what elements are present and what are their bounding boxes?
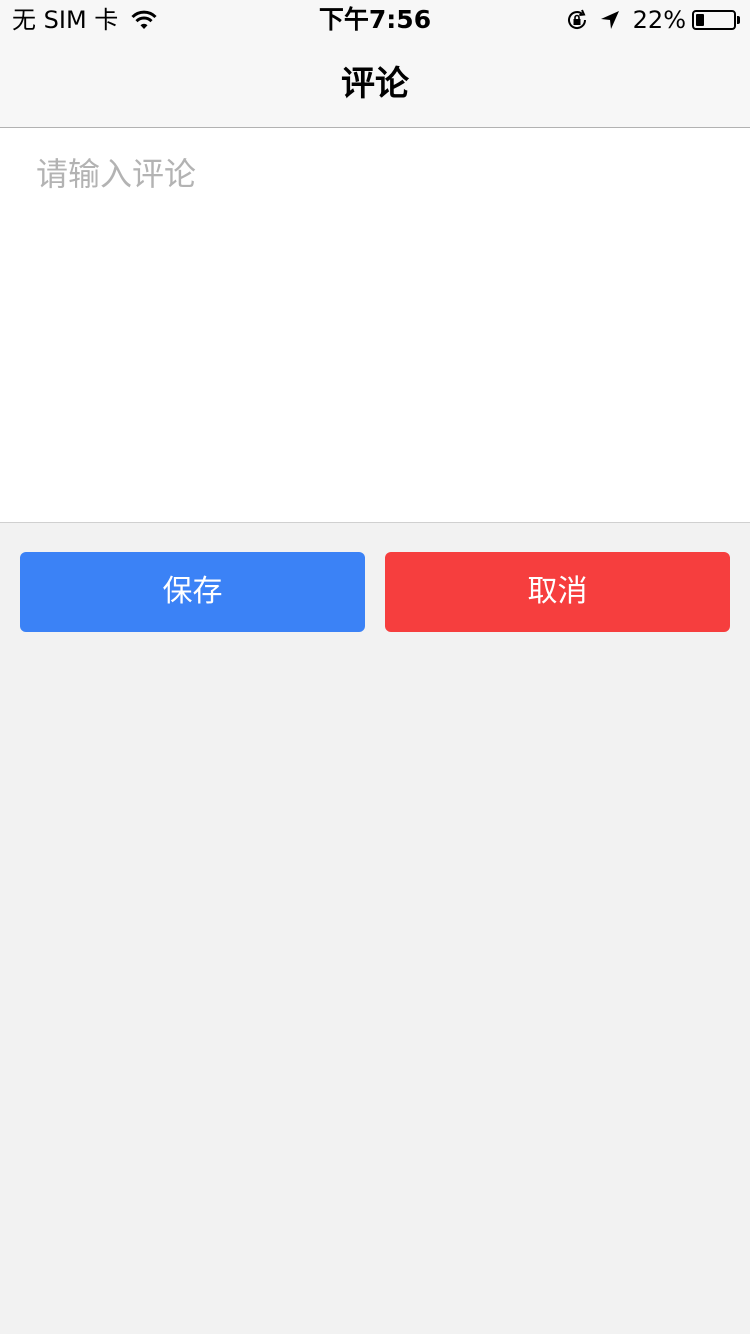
- page-title: 评论: [341, 64, 409, 104]
- save-button[interactable]: 保存: [20, 552, 365, 632]
- status-right: 22%: [565, 6, 740, 34]
- comment-area: [0, 128, 750, 523]
- cancel-button[interactable]: 取消: [385, 552, 730, 632]
- location-arrow-icon: [600, 11, 619, 29]
- nav-bar: 评论: [0, 40, 750, 128]
- status-bar: 无 SIM 卡 下午7:56 22%: [0, 0, 750, 40]
- rotation-lock-icon: [567, 9, 586, 29]
- battery-percent: 22%: [632, 6, 686, 34]
- comment-input[interactable]: [0, 128, 750, 522]
- battery-icon: [692, 10, 736, 30]
- battery-level: [696, 14, 704, 26]
- battery-tip: [737, 16, 740, 24]
